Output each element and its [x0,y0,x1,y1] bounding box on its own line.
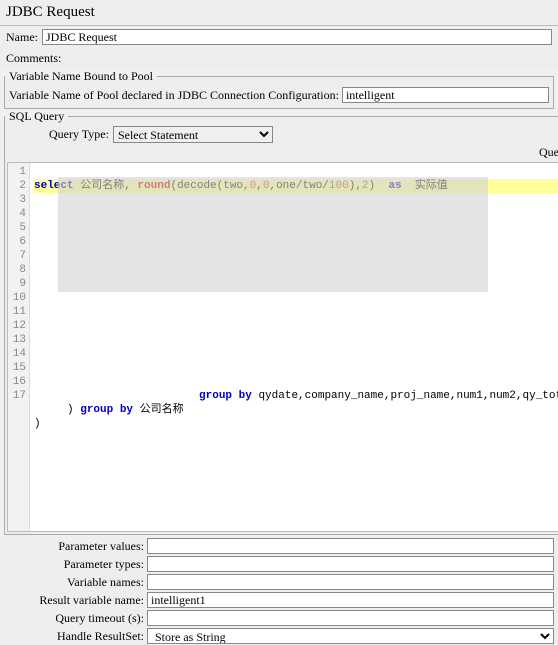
sql-fieldset: SQL Query Query Type: Select Statement Q… [4,109,558,535]
comments-label: Comments: [6,51,61,65]
name-label: Name: [6,30,38,45]
param-types-label: Parameter types: [4,557,144,572]
param-values-input[interactable] [147,538,554,554]
window-title: JDBC Request [0,0,558,26]
var-names-label: Variable names: [4,575,144,590]
param-types-input[interactable] [147,556,554,572]
pool-legend: Variable Name Bound to Pool [5,69,157,84]
sql-legend: SQL Query [5,109,68,124]
query-timeout-label: Query timeout (s): [4,611,144,626]
handle-rs-label: Handle ResultSet: [4,629,144,644]
bottom-form: Parameter values: Parameter types: Varia… [0,535,558,645]
gutter: 1 2 3 4 5 6 7 8 9 10 11 12 13 14 15 16 1… [8,163,30,531]
obscured-region [58,177,488,292]
var-names-input[interactable] [147,574,554,590]
param-values-label: Parameter values: [4,539,144,554]
name-field[interactable] [42,29,552,45]
pool-label: Variable Name of Pool declared in JDBC C… [9,88,339,103]
pool-input[interactable] [342,87,549,103]
handle-rs-select[interactable]: Store as String [147,628,554,644]
pool-fieldset: Variable Name Bound to Pool Variable Nam… [4,69,554,109]
query-label: Query: [5,145,558,162]
querytype-select[interactable]: Select Statement [113,126,273,143]
result-var-input[interactable] [147,592,554,608]
result-var-label: Result variable name: [4,593,144,608]
query-timeout-input[interactable] [147,610,554,626]
query-editor[interactable]: 1 2 3 4 5 6 7 8 9 10 11 12 13 14 15 16 1… [7,162,558,532]
querytype-label: Query Type: [49,127,109,142]
code-lines[interactable]: select 公司名称, round(decode(two,0,0,one/tw… [30,163,558,531]
